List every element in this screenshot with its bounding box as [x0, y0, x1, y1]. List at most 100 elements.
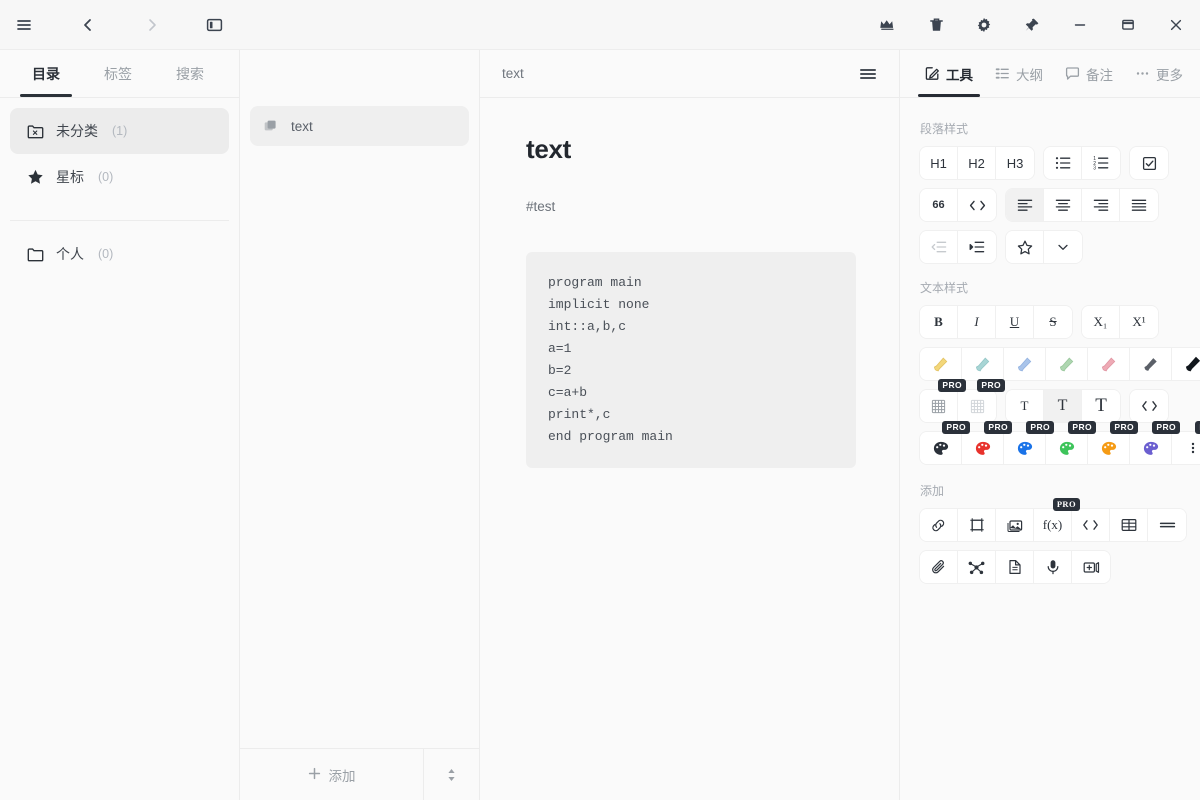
sidebar-folder-label: 个人 [56, 246, 84, 262]
sidebar-item-uncategorized[interactable]: 未分类 (1) [10, 108, 229, 154]
heading-1-button[interactable]: H1 [920, 147, 958, 179]
insert-video-button[interactable] [1072, 551, 1110, 583]
insert-mindmap-button[interactable] [958, 551, 996, 583]
heading-3-button[interactable]: H3 [996, 147, 1034, 179]
font-medium-button[interactable]: T [1044, 390, 1082, 422]
toggle-sidebar-icon[interactable] [190, 0, 238, 50]
text-decoration-group: B I U S [920, 306, 1072, 338]
star-button[interactable] [1006, 231, 1044, 263]
pin-icon[interactable] [1008, 0, 1056, 50]
text-background-button[interactable]: PRO [958, 379, 1005, 422]
insert-link-button[interactable] [920, 509, 958, 541]
chevron-down-button[interactable] [1044, 231, 1082, 263]
highlighter-green[interactable] [1046, 348, 1088, 380]
insert-attachment-button[interactable] [920, 551, 958, 583]
insert-divider-button[interactable] [1148, 509, 1186, 541]
strikethrough-button[interactable]: S [1034, 306, 1072, 338]
align-center-button[interactable] [1044, 189, 1082, 221]
align-right-button[interactable] [1082, 189, 1120, 221]
subscript-button[interactable]: X₁ [1082, 306, 1120, 338]
heading-group: H1 H2 H3 [920, 147, 1034, 179]
maximize-icon[interactable] [1104, 0, 1152, 50]
palette-black-button[interactable]: PRO [920, 421, 970, 464]
bold-button[interactable]: B [920, 306, 958, 338]
palette-more-button[interactable]: PRO [1172, 421, 1200, 464]
highlighter-black[interactable] [1172, 348, 1200, 380]
sidebar-tab-label: 标签 [104, 65, 132, 82]
insert-formula-button[interactable]: PRO f(x) [1034, 498, 1080, 541]
back-icon[interactable] [64, 0, 112, 50]
blockquote-button[interactable]: 66 [920, 189, 958, 221]
superscript-button[interactable]: X¹ [1120, 306, 1158, 338]
note-list-panel: text 添加 [240, 50, 480, 800]
insert-audio-button[interactable] [1034, 551, 1072, 583]
insert-image-button[interactable] [996, 509, 1034, 541]
code-line: b=2 [548, 363, 572, 378]
todo-list-button[interactable] [1130, 147, 1168, 179]
insert-code-button[interactable] [1072, 509, 1110, 541]
insert-file-button[interactable] [996, 551, 1034, 583]
background-color-button[interactable]: PRO [920, 379, 966, 422]
pro-badge: PRO [942, 421, 970, 434]
sidebar-tab-catalog[interactable]: 目录 [10, 50, 82, 97]
inline-code-button[interactable] [1130, 390, 1168, 422]
highlighter-yellow[interactable] [920, 348, 962, 380]
palette-blue-button[interactable]: PRO [1004, 421, 1054, 464]
add-row-2 [920, 551, 1180, 583]
italic-button[interactable]: I [958, 306, 996, 338]
code-line: c=a+b [548, 385, 588, 400]
insert-table-button[interactable] [1110, 509, 1148, 541]
insert-frame-button[interactable] [958, 509, 996, 541]
sidebar-tab-search[interactable]: 搜索 [154, 50, 226, 97]
sidebar-folder-personal[interactable]: 个人 (0) [10, 231, 229, 277]
bold-label: B [934, 314, 943, 329]
indent-button[interactable] [958, 231, 996, 263]
list-item[interactable]: text [250, 106, 469, 146]
tab-tools[interactable]: 工具 [914, 50, 984, 97]
menu-icon[interactable] [0, 0, 48, 50]
numbered-list-button[interactable]: 123 [1082, 147, 1120, 179]
palette-orange-button[interactable]: PRO [1088, 421, 1138, 464]
sidebar-item-starred[interactable]: 星标 (0) [10, 154, 229, 200]
sidebar-tab-tags[interactable]: 标签 [82, 50, 154, 97]
palette-red-button[interactable]: PRO [962, 421, 1012, 464]
tab-comments[interactable]: 备注 [1054, 50, 1124, 97]
underline-button[interactable]: U [996, 306, 1034, 338]
font-small-button[interactable]: T [1006, 390, 1044, 422]
minimize-icon[interactable] [1056, 0, 1104, 50]
code-block[interactable]: program main implicit none int::a,b,c a=… [526, 252, 856, 468]
palette-purple-button[interactable]: PRO [1130, 421, 1180, 464]
note-stack-icon [264, 119, 279, 134]
highlighter-blue[interactable] [1004, 348, 1046, 380]
code-block-button[interactable] [958, 189, 996, 221]
breadcrumb[interactable]: text [502, 66, 524, 81]
highlighter-pink[interactable] [1088, 348, 1130, 380]
forward-icon[interactable] [128, 0, 176, 50]
highlighter-gray[interactable] [1130, 348, 1172, 380]
folder-x-icon [26, 122, 44, 140]
font-large-button[interactable]: T [1082, 390, 1120, 422]
code-line: int::a,b,c [548, 319, 627, 334]
close-icon[interactable] [1152, 0, 1200, 50]
align-justify-button[interactable] [1120, 189, 1158, 221]
pro-badge: PRO [938, 379, 966, 392]
sort-button[interactable] [423, 749, 479, 800]
align-left-button[interactable] [1006, 189, 1044, 221]
highlighter-teal[interactable] [962, 348, 1004, 380]
outdent-button[interactable] [920, 231, 958, 263]
add-note-button[interactable]: 添加 [240, 749, 423, 800]
ellipsis-icon [1135, 66, 1150, 81]
sidebar-item-count: (0) [98, 170, 114, 184]
crown-icon[interactable] [864, 0, 912, 50]
palette-green-button[interactable]: PRO [1046, 421, 1096, 464]
tab-more[interactable]: 更多 [1124, 50, 1194, 97]
tab-outline[interactable]: 大纲 [984, 50, 1054, 97]
editor-content[interactable]: text #test program main implicit none in… [480, 98, 899, 800]
gear-icon[interactable] [960, 0, 1008, 50]
tool-panel-tabs: 工具 大纲 备注 更多 [900, 50, 1200, 98]
hamburger-icon[interactable] [859, 66, 877, 82]
heading-2-button[interactable]: H2 [958, 147, 996, 179]
trash-icon[interactable] [912, 0, 960, 50]
pro-badge: PRO [984, 421, 1012, 434]
bullet-list-button[interactable] [1044, 147, 1082, 179]
